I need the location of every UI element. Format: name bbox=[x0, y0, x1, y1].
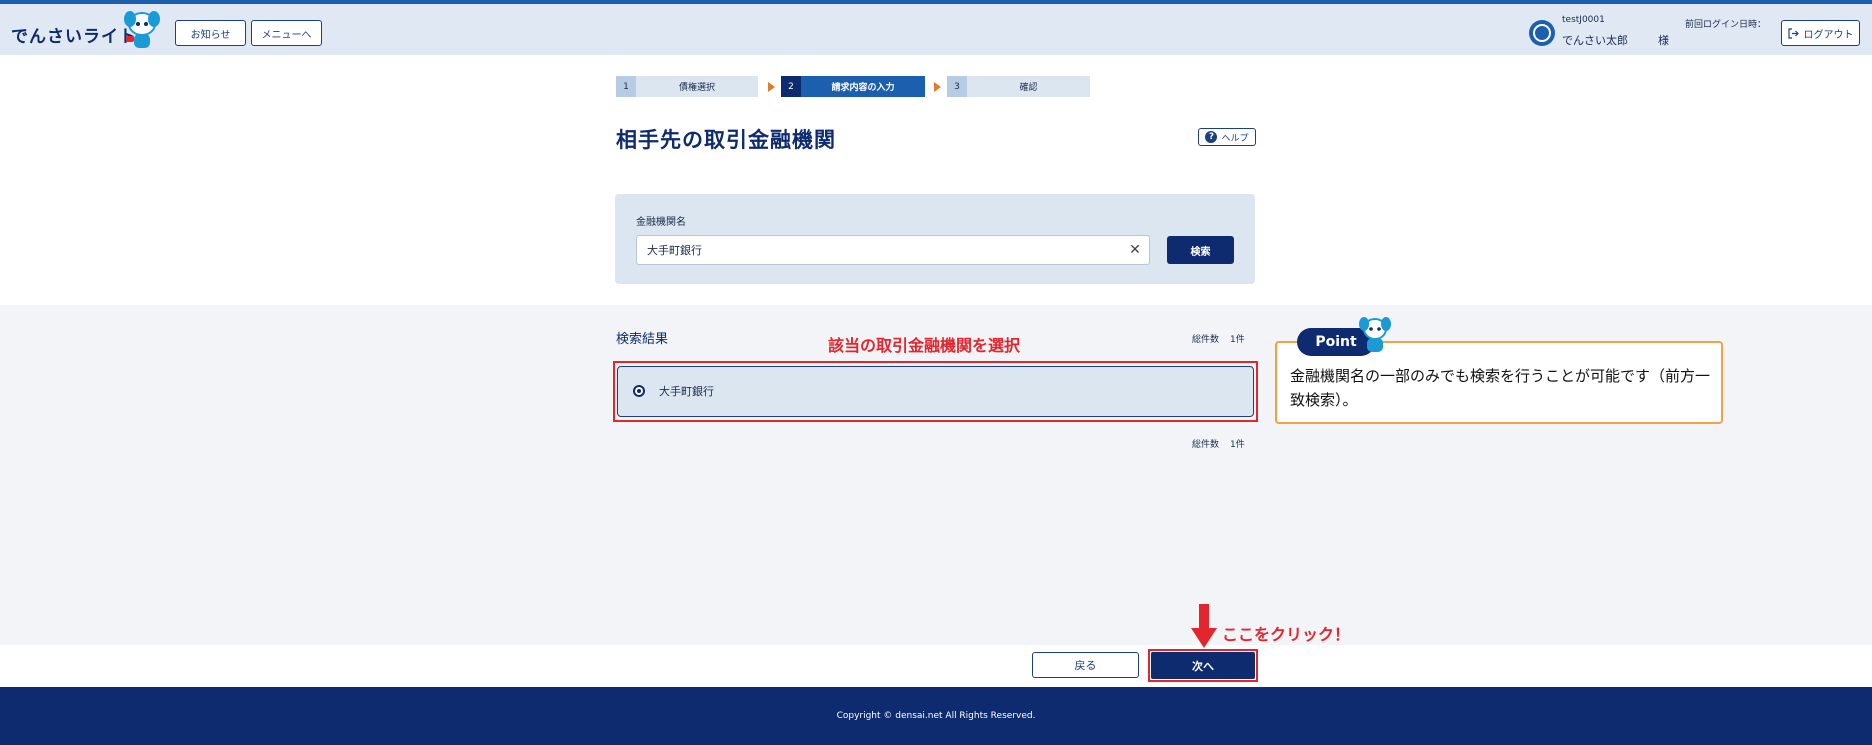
mascot-icon bbox=[124, 11, 160, 48]
mascot-icon bbox=[1359, 317, 1391, 352]
step-1: 1 債権選択 bbox=[616, 76, 758, 97]
user-id: testJ0001 bbox=[1562, 15, 1605, 25]
results-title: 検索結果 bbox=[616, 332, 669, 347]
step-arrow-icon bbox=[934, 82, 941, 92]
step-label: 確認 bbox=[967, 76, 1090, 97]
step-label: 債権選択 bbox=[636, 76, 758, 97]
total-count-value-top: 1件 bbox=[1230, 335, 1245, 345]
search-panel: 金融機関名 ✕ 検索 bbox=[615, 194, 1255, 284]
last-login-label: 前回ログイン日時： bbox=[1685, 20, 1767, 30]
total-count-label-bottom: 総件数 bbox=[1192, 440, 1220, 450]
down-arrow-icon bbox=[1191, 604, 1217, 648]
step-number: 3 bbox=[947, 76, 967, 97]
user-avatar-icon bbox=[1529, 20, 1555, 46]
page-title: 相手先の取引金融機関 bbox=[616, 128, 836, 152]
footer-action-bar bbox=[0, 645, 1872, 687]
annotation-click-here: ここをクリック！ bbox=[1222, 625, 1351, 644]
app-header: でんさいライト お知らせ メニューへ testJ0001 でんさい太郎 様 前回… bbox=[0, 4, 1872, 55]
menu-button[interactable]: メニューへ bbox=[251, 20, 322, 46]
step-2: 2 請求内容の入力 bbox=[781, 76, 925, 97]
step-3: 3 確認 bbox=[947, 76, 1090, 97]
app-logo[interactable]: でんさいライト bbox=[11, 22, 137, 47]
help-button[interactable]: ? ヘルプ bbox=[1198, 128, 1256, 146]
notice-button[interactable]: お知らせ bbox=[175, 20, 246, 46]
step-label: 請求内容の入力 bbox=[801, 76, 925, 97]
point-text: 金融機関名の一部のみでも検索を行うことが可能です（前方一致検索）。 bbox=[1290, 367, 1711, 409]
user-honorific: 様 bbox=[1658, 34, 1669, 47]
result-item[interactable]: 大手町銀行 bbox=[617, 366, 1254, 417]
bank-name-label: 金融機関名 bbox=[636, 217, 686, 228]
bank-name-input[interactable] bbox=[636, 235, 1150, 265]
step-number: 1 bbox=[616, 76, 636, 97]
help-label: ヘルプ bbox=[1221, 133, 1249, 144]
search-button[interactable]: 検索 bbox=[1167, 236, 1234, 264]
back-button[interactable]: 戻る bbox=[1032, 652, 1139, 678]
logout-button[interactable]: ログアウト bbox=[1781, 20, 1860, 46]
clear-icon[interactable]: ✕ bbox=[1126, 241, 1144, 259]
radio-selected-icon[interactable] bbox=[633, 385, 645, 397]
result-bank-name: 大手町銀行 bbox=[659, 385, 714, 398]
logout-icon bbox=[1787, 27, 1799, 39]
annotation-select-bank: 該当の取引金融機関を選択 bbox=[828, 336, 1021, 355]
total-count-value-bottom: 1件 bbox=[1230, 440, 1245, 450]
copyright: Copyright © densai.net All Rights Reserv… bbox=[0, 687, 1872, 745]
step-number: 2 bbox=[781, 76, 801, 97]
user-name: でんさい太郎 bbox=[1562, 34, 1628, 47]
help-icon: ? bbox=[1205, 131, 1218, 143]
step-arrow-icon bbox=[768, 82, 775, 92]
next-button[interactable]: 次へ bbox=[1151, 652, 1255, 679]
logout-label: ログアウト bbox=[1803, 29, 1854, 41]
total-count-label-top: 総件数 bbox=[1192, 335, 1220, 345]
